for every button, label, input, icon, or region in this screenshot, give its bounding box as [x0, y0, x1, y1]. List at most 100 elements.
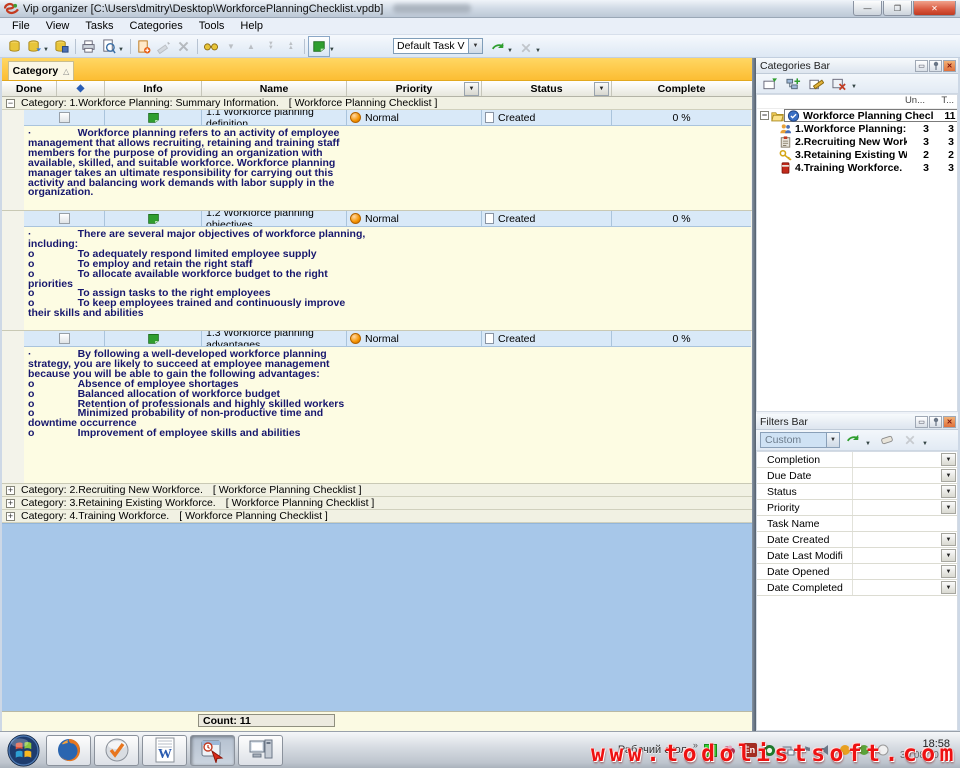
- expand-icon[interactable]: +: [6, 499, 15, 508]
- taskbar-word-button[interactable]: W: [142, 735, 187, 766]
- info-cell[interactable]: [105, 110, 202, 126]
- filter-dropdown-button[interactable]: ▼: [941, 565, 956, 578]
- filter-value-field[interactable]: [853, 500, 941, 515]
- info-cell[interactable]: [105, 331, 202, 347]
- priority-filter-dropdown[interactable]: ▼: [464, 82, 479, 96]
- done-cell[interactable]: [24, 331, 105, 347]
- column-header-info[interactable]: Info: [105, 81, 202, 96]
- tree-item-category-4[interactable]: 4.Training Workforce. 3 3: [757, 161, 957, 174]
- done-checkbox[interactable]: [59, 333, 70, 344]
- filter-value-field[interactable]: [853, 468, 941, 483]
- filter-value-field[interactable]: [853, 548, 941, 563]
- group-by-category-tab[interactable]: Category △: [8, 61, 74, 80]
- tree-item-category-2[interactable]: 2.Recruiting New Workfor 3 3: [757, 135, 957, 148]
- categories-toolbar-caret[interactable]: ▼: [851, 84, 857, 90]
- priority-cell[interactable]: Normal: [347, 331, 482, 347]
- menu-file[interactable]: File: [4, 19, 38, 33]
- print-button[interactable]: [79, 37, 99, 56]
- category-group-row[interactable]: + Category: 2.Recruiting New Workforce. …: [2, 484, 752, 497]
- filter-dropdown-button[interactable]: ▼: [941, 485, 956, 498]
- remove-filter-button[interactable]: [900, 431, 920, 450]
- menu-tools[interactable]: Tools: [191, 19, 233, 33]
- notes-dropdown-caret[interactable]: ▼: [329, 47, 335, 53]
- done-cell[interactable]: [24, 211, 105, 227]
- column-header-complete[interactable]: Complete: [612, 81, 751, 96]
- status-filter-dropdown[interactable]: ▼: [594, 82, 609, 96]
- edit-task-button[interactable]: [154, 37, 174, 56]
- new-category-button[interactable]: [760, 74, 780, 93]
- filter-value-field[interactable]: [853, 452, 941, 467]
- delete-task-button[interactable]: [174, 37, 194, 56]
- task-row[interactable]: 1.2 Workforce planning objectives Normal…: [2, 211, 752, 227]
- category-group-row[interactable]: − Category: 1.Workforce Planning: Summar…: [2, 97, 752, 110]
- panel-minimize-button[interactable]: ▭: [915, 60, 928, 72]
- complete-cell[interactable]: 0 %: [612, 211, 751, 227]
- clear-view-button[interactable]: [516, 38, 536, 57]
- tree-item-category-3[interactable]: 3.Retaining Existing Work 2 2: [757, 148, 957, 161]
- filter-dropdown-button[interactable]: ▼: [941, 581, 956, 594]
- done-checkbox[interactable]: [59, 112, 70, 123]
- close-button[interactable]: ✕: [913, 1, 956, 16]
- expand-icon[interactable]: +: [6, 486, 15, 495]
- menu-help[interactable]: Help: [232, 19, 271, 33]
- delete-category-button[interactable]: [829, 74, 849, 93]
- combobox-arrow-icon[interactable]: ▼: [468, 39, 482, 53]
- column-header-name[interactable]: Name: [202, 81, 347, 96]
- task-view-combobox[interactable]: Default Task V ▼: [393, 38, 483, 54]
- panel-close-button[interactable]: ✕: [943, 416, 956, 428]
- apply-view-caret[interactable]: ▼: [507, 48, 513, 54]
- open-database-button[interactable]: [24, 37, 44, 56]
- clear-filter-button[interactable]: [877, 431, 897, 450]
- collapse-icon[interactable]: −: [6, 99, 15, 108]
- filter-value-field[interactable]: [853, 484, 941, 499]
- edit-category-button[interactable]: [806, 74, 826, 93]
- move-bottom-button[interactable]: ▼ ▼: [261, 37, 281, 56]
- taskbar-active-app-button[interactable]: [190, 735, 235, 766]
- menu-categories[interactable]: Categories: [122, 19, 191, 33]
- status-cell[interactable]: Created: [482, 110, 612, 126]
- filter-preset-combobox[interactable]: Custom ▼: [760, 432, 840, 448]
- priority-cell[interactable]: Normal: [347, 211, 482, 227]
- apply-filter-caret[interactable]: ▼: [865, 441, 871, 447]
- tree-item-category-1[interactable]: 1.Workforce Planning: Su 3 3: [757, 122, 957, 135]
- category-group-row[interactable]: + Category: 4.Training Workforce. [ Work…: [2, 510, 752, 523]
- move-up-button[interactable]: ▲: [241, 37, 261, 56]
- notes-toggle-button[interactable]: [308, 36, 330, 57]
- column-header-priority-icon[interactable]: ◆: [57, 81, 105, 96]
- filter-value-field[interactable]: [853, 532, 941, 547]
- tree-collapse-icon[interactable]: −: [760, 111, 769, 120]
- apply-view-button[interactable]: [488, 38, 508, 57]
- column-header-done[interactable]: Done: [2, 81, 57, 96]
- open-dropdown-caret[interactable]: ▼: [43, 47, 49, 53]
- move-down-button[interactable]: ▼: [221, 37, 241, 56]
- start-button[interactable]: [7, 734, 40, 767]
- minimize-button[interactable]: —: [853, 1, 882, 16]
- done-checkbox[interactable]: [59, 213, 70, 224]
- expand-icon[interactable]: +: [6, 512, 15, 521]
- filter-value-field[interactable]: [853, 564, 941, 579]
- view-glasses-button[interactable]: [201, 37, 221, 56]
- save-database-button[interactable]: [52, 37, 72, 56]
- task-row[interactable]: 1.1 Workforce planning definition Normal…: [2, 110, 752, 126]
- task-name-cell[interactable]: 1.3 Workforce planning advantages: [202, 331, 347, 347]
- complete-cell[interactable]: 0 %: [612, 331, 751, 347]
- info-cell[interactable]: [105, 211, 202, 227]
- restore-button[interactable]: ❐: [883, 1, 912, 16]
- filter-dropdown-button[interactable]: ▼: [941, 501, 956, 514]
- tree-item-root[interactable]: − Workforce Planning Checl 11 11: [757, 109, 957, 122]
- taskbar-firefox-button[interactable]: [46, 735, 91, 766]
- panel-pin-button[interactable]: [929, 60, 942, 72]
- task-name-cell[interactable]: 1.2 Workforce planning objectives: [202, 211, 347, 227]
- done-cell[interactable]: [24, 110, 105, 126]
- total-column-header[interactable]: T...: [928, 95, 957, 108]
- uncompleted-column-header[interactable]: Un...: [899, 95, 928, 108]
- filter-dropdown-button[interactable]: ▼: [941, 549, 956, 562]
- status-cell[interactable]: Created: [482, 211, 612, 227]
- taskbar-organizer-button[interactable]: [94, 735, 139, 766]
- column-header-status[interactable]: Status ▼: [482, 81, 612, 96]
- menu-view[interactable]: View: [38, 19, 78, 33]
- filters-toolbar-caret[interactable]: ▼: [922, 441, 928, 447]
- taskbar-computer-button[interactable]: [238, 735, 283, 766]
- move-top-button[interactable]: ▲ ▲: [281, 37, 301, 56]
- filter-value-field[interactable]: [853, 516, 957, 531]
